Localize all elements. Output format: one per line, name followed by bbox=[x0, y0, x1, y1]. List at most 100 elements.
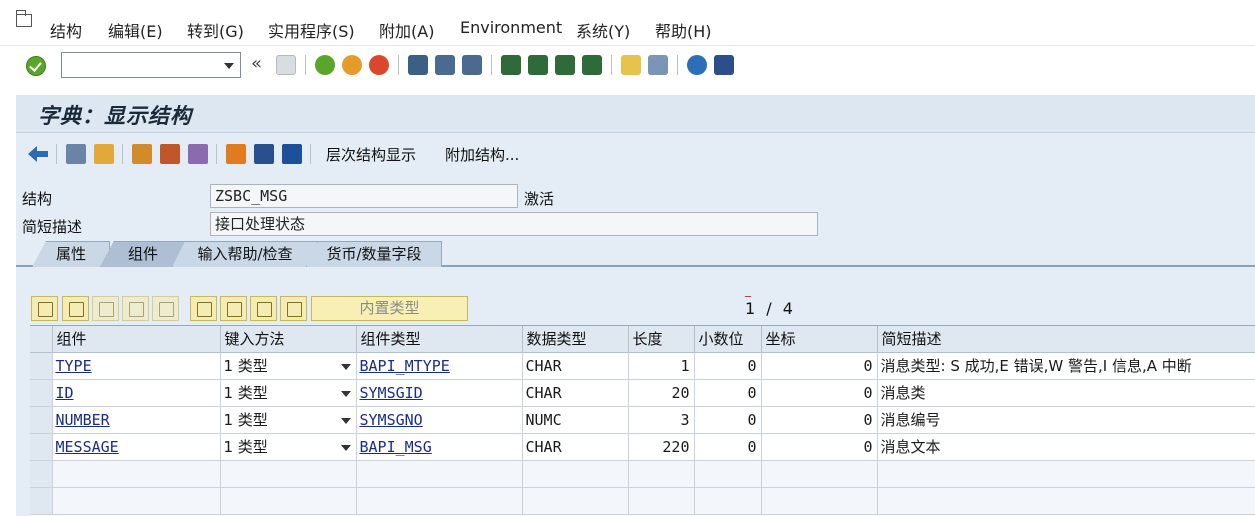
expand-include-icon[interactable] bbox=[220, 296, 247, 321]
find-icon[interactable] bbox=[435, 55, 455, 75]
component-name[interactable]: TYPE bbox=[56, 357, 92, 375]
empty-cell[interactable] bbox=[628, 487, 695, 515]
check-icon[interactable] bbox=[132, 144, 152, 164]
object-list-icon[interactable] bbox=[226, 144, 246, 164]
help-icon[interactable] bbox=[687, 55, 707, 75]
column-header[interactable]: 组件类型 bbox=[356, 326, 523, 353]
row-selector[interactable] bbox=[30, 433, 53, 461]
menu-structure[interactable]: 结构 bbox=[50, 18, 82, 42]
column-header[interactable]: 键入方法 bbox=[220, 326, 357, 353]
empty-cell[interactable] bbox=[628, 460, 695, 488]
empty-cell[interactable] bbox=[522, 487, 629, 515]
typing-method-cell[interactable]: 1 类型 bbox=[220, 433, 357, 461]
first-page-icon[interactable] bbox=[501, 55, 521, 75]
command-field[interactable] bbox=[61, 52, 241, 78]
menu-edit[interactable]: 编辑(E) bbox=[108, 18, 163, 42]
column-header[interactable]: 坐标 bbox=[761, 326, 878, 353]
insert-row-icon[interactable] bbox=[122, 296, 149, 321]
activate-icon[interactable] bbox=[160, 144, 180, 164]
row-selector[interactable] bbox=[30, 379, 53, 407]
typing-method-cell[interactable]: 1 类型 bbox=[220, 352, 357, 380]
empty-cell[interactable] bbox=[761, 460, 878, 488]
select-all-cell[interactable] bbox=[30, 326, 53, 353]
menu-goto[interactable]: 转到(G) bbox=[187, 18, 244, 42]
column-header[interactable]: 简短描述 bbox=[877, 326, 1255, 353]
column-header[interactable]: 数据类型 bbox=[522, 326, 629, 353]
delete-row-icon[interactable] bbox=[152, 296, 179, 321]
back-icon[interactable] bbox=[315, 55, 335, 75]
menu-help[interactable]: 帮助(H) bbox=[655, 18, 712, 42]
tab-attributes[interactable]: 属性 bbox=[32, 241, 110, 267]
enter-check-icon[interactable] bbox=[26, 56, 46, 76]
component-type-link[interactable]: BAPI_MTYPE bbox=[360, 357, 450, 375]
print-icon[interactable] bbox=[408, 55, 428, 75]
row-selector[interactable] bbox=[30, 487, 53, 515]
tab-currency-quantity-fields[interactable]: 货币/数量字段 bbox=[306, 241, 442, 267]
component-type-cell[interactable]: BAPI_MTYPE bbox=[356, 352, 523, 380]
tab-input-help-check[interactable]: 输入帮助/检查 bbox=[172, 241, 318, 267]
previous-page-icon[interactable] bbox=[528, 55, 548, 75]
component-name[interactable]: MESSAGE bbox=[56, 438, 119, 456]
dropdown-icon[interactable] bbox=[340, 390, 351, 397]
table-row[interactable]: NUMBER 1 类型 SYMSGNO NUMC 3 0 0 消息编号 bbox=[30, 406, 1255, 434]
menu-utilities[interactable]: 实用程序(S) bbox=[268, 18, 355, 42]
component-type-cell[interactable]: SYMSGNO bbox=[356, 406, 523, 434]
empty-table-row[interactable] bbox=[30, 460, 1255, 488]
menu-extras[interactable]: 附加(A) bbox=[379, 18, 434, 42]
collapse-include-icon[interactable] bbox=[250, 296, 277, 321]
column-header[interactable]: 长度 bbox=[628, 326, 695, 353]
empty-cell[interactable] bbox=[52, 460, 221, 488]
empty-cell[interactable] bbox=[694, 487, 762, 515]
empty-cell[interactable] bbox=[694, 460, 762, 488]
empty-cell[interactable] bbox=[522, 460, 629, 488]
row-selector[interactable] bbox=[30, 406, 53, 434]
copy-icon[interactable] bbox=[62, 296, 89, 321]
tab-components[interactable]: 组件 bbox=[100, 241, 186, 267]
cut-icon[interactable] bbox=[31, 296, 58, 321]
navigation-window-icon[interactable] bbox=[254, 144, 274, 164]
component-type-cell[interactable]: SYMSGID bbox=[356, 379, 523, 407]
find-next-icon[interactable] bbox=[462, 55, 482, 75]
move-up-icon[interactable] bbox=[280, 296, 307, 321]
empty-cell[interactable] bbox=[220, 487, 357, 515]
display-change-icon[interactable] bbox=[66, 144, 86, 164]
table-row[interactable]: ID 1 类型 SYMSGID CHAR 20 0 0 消息类 bbox=[30, 379, 1255, 407]
builtin-type-button[interactable]: 内置类型 bbox=[311, 296, 468, 321]
empty-cell[interactable] bbox=[877, 460, 1255, 488]
save-icon[interactable] bbox=[276, 55, 296, 75]
component-type-link[interactable]: BAPI_MSG bbox=[360, 438, 432, 456]
component-cell[interactable]: TYPE bbox=[52, 352, 221, 380]
cancel-icon[interactable] bbox=[369, 55, 389, 75]
other-object-icon[interactable] bbox=[94, 144, 114, 164]
menu-system[interactable]: 系统(Y) bbox=[576, 18, 630, 42]
empty-cell[interactable] bbox=[761, 487, 878, 515]
column-header[interactable]: 组件 bbox=[52, 326, 221, 353]
dropdown-icon[interactable] bbox=[340, 363, 351, 370]
empty-cell[interactable] bbox=[356, 460, 523, 488]
component-name[interactable]: NUMBER bbox=[56, 411, 110, 429]
component-cell[interactable]: ID bbox=[52, 379, 221, 407]
paste-icon[interactable] bbox=[92, 296, 119, 321]
new-session-icon[interactable] bbox=[621, 55, 641, 75]
empty-cell[interactable] bbox=[877, 487, 1255, 515]
next-page-icon[interactable] bbox=[555, 55, 575, 75]
table-row[interactable]: MESSAGE 1 类型 BAPI_MSG CHAR 220 0 0 消息文本 bbox=[30, 433, 1255, 461]
shortcut-icon[interactable] bbox=[648, 55, 668, 75]
dropdown-icon[interactable] bbox=[340, 417, 351, 424]
dropdown-icon[interactable] bbox=[340, 444, 351, 451]
typing-method-cell[interactable]: 1 类型 bbox=[220, 406, 357, 434]
component-type-link[interactable]: SYMSGNO bbox=[360, 411, 423, 429]
layout-menu-icon[interactable] bbox=[714, 55, 734, 75]
row-selector[interactable] bbox=[30, 460, 53, 488]
column-header[interactable]: 小数位 bbox=[694, 326, 762, 353]
menu-environment[interactable]: Environment bbox=[460, 18, 562, 37]
empty-table-row[interactable] bbox=[30, 487, 1255, 515]
component-type-cell[interactable]: BAPI_MSG bbox=[356, 433, 523, 461]
system-menu-icon[interactable] bbox=[16, 10, 32, 27]
typing-method-cell[interactable]: 1 类型 bbox=[220, 379, 357, 407]
hierarchy-display-button[interactable]: 层次结构显示 bbox=[326, 144, 416, 165]
table-row[interactable]: TYPE 1 类型 BAPI_MTYPE CHAR 1 0 0 消息类型: S … bbox=[30, 352, 1255, 380]
collapse-toolbar-icon[interactable]: « bbox=[251, 53, 262, 74]
component-name[interactable]: ID bbox=[56, 384, 74, 402]
component-cell[interactable]: MESSAGE bbox=[52, 433, 221, 461]
